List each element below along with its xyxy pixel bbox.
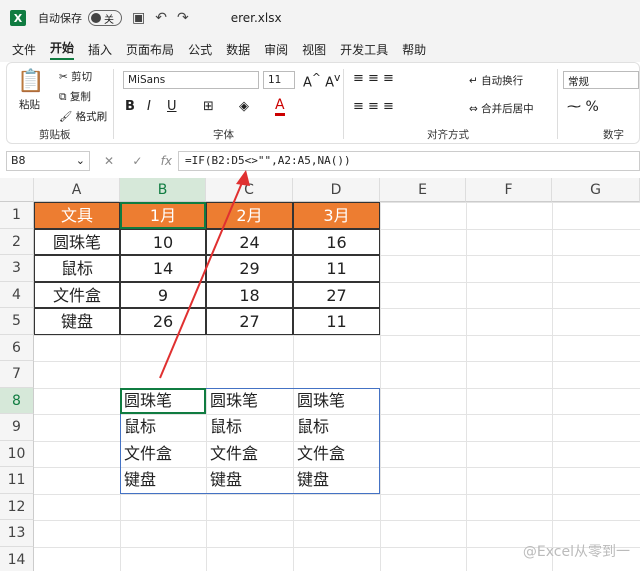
arrow-line <box>159 177 245 379</box>
arrow-annotation <box>159 170 250 379</box>
watermark: @Excel从零到一 <box>522 544 630 560</box>
arrow-head <box>236 170 250 186</box>
